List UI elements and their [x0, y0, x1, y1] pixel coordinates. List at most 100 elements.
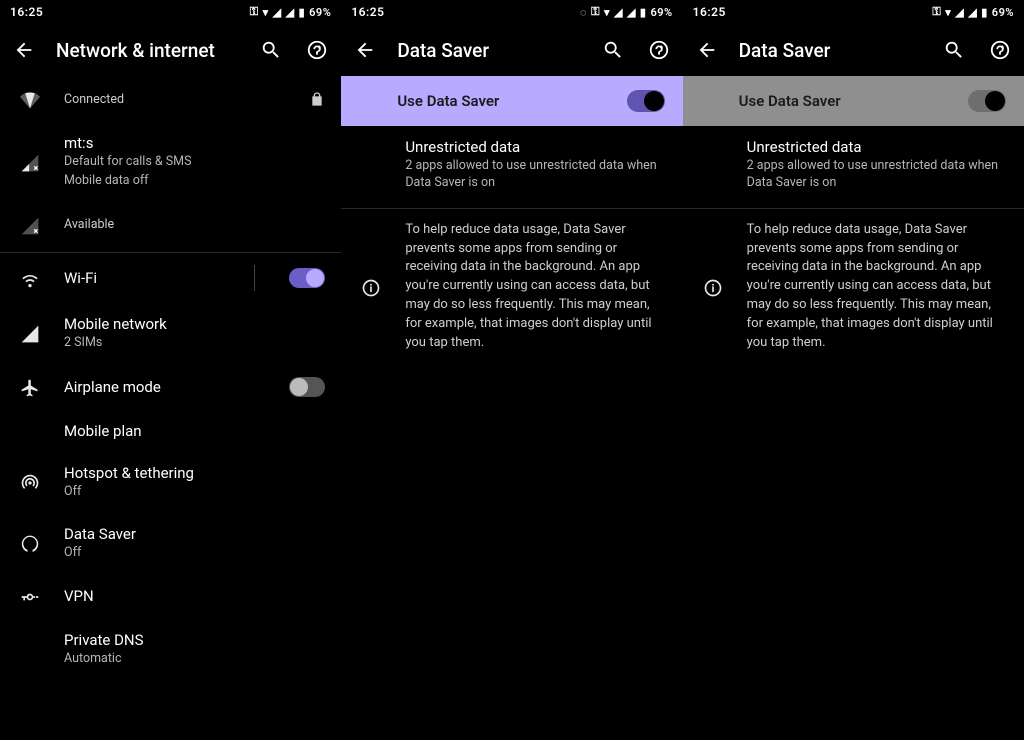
- mobile-network-sub: 2 SIMs: [64, 335, 325, 352]
- private-dns-row[interactable]: Private DNS Automatic: [0, 619, 341, 680]
- use-data-saver-label: Use Data Saver: [739, 92, 968, 110]
- use-data-saver-toggle[interactable]: [627, 90, 665, 112]
- private-dns-icon: [16, 649, 44, 651]
- app-bar: Data Saver: [683, 24, 1024, 76]
- use-data-saver-card[interactable]: Use Data Saver: [683, 76, 1024, 126]
- hotspot-icon: [16, 471, 44, 493]
- wifi-status-text: Connected: [64, 92, 289, 107]
- pane-data-saver-active: 16:25 ◌ ⚿ ▾ ◢ ◢ ▮ 69% Data Saver Use Dat…: [341, 0, 682, 740]
- use-data-saver-label: Use Data Saver: [397, 92, 626, 110]
- vpn-key-icon: ⚿: [250, 5, 259, 19]
- settings-list: Connected mt:s Default for calls & SMS M…: [0, 76, 341, 740]
- arrow-back-icon: [696, 39, 718, 61]
- status-bar: 16:25 ⚿ ▾ ◢ ◢ ▮ 69%: [683, 0, 1024, 24]
- arrow-back-icon: [13, 39, 35, 61]
- status-bar: 16:25 ⚿ ▾ ◢ ◢ ▮ 69%: [0, 0, 341, 24]
- datasaver-label: Data Saver: [64, 525, 325, 543]
- wifi-row-icon: [16, 267, 44, 289]
- pane-data-saver-off: 16:25 ⚿ ▾ ◢ ◢ ▮ 69% Data Saver Use Data …: [683, 0, 1024, 740]
- vpn-row[interactable]: VPN: [0, 573, 341, 619]
- unrestricted-data-row[interactable]: Unrestricted data 2 apps allowed to use …: [683, 126, 1024, 204]
- unrestricted-data-row[interactable]: Unrestricted data 2 apps allowed to use …: [341, 126, 682, 204]
- sim1-name: mt:s: [64, 134, 325, 152]
- wifi-label: Wi-Fi: [64, 269, 234, 287]
- airplane-icon: [16, 376, 44, 398]
- back-button[interactable]: [693, 36, 721, 64]
- airplane-row[interactable]: Airplane mode: [0, 364, 341, 410]
- status-time: 16:25: [351, 5, 384, 19]
- wifi-status-icon: ▾: [945, 6, 951, 19]
- page-title: Data Saver: [739, 39, 922, 62]
- mobile-network-row[interactable]: Mobile network 2 SIMs: [0, 303, 341, 364]
- wifi-status-icon: ▾: [604, 6, 610, 19]
- signal-icon: ◢: [614, 6, 623, 19]
- hotspot-row[interactable]: Hotspot & tethering Off: [0, 452, 341, 513]
- status-bar: 16:25 ◌ ⚿ ▾ ◢ ◢ ▮ 69%: [341, 0, 682, 24]
- search-icon: [943, 39, 965, 61]
- use-data-saver-toggle[interactable]: [968, 90, 1006, 112]
- wifi-icon: [16, 88, 44, 110]
- datasaver-sub: Off: [64, 545, 325, 562]
- mobile-network-icon: [16, 322, 44, 344]
- airplane-toggle[interactable]: [289, 377, 325, 397]
- signal-icon-2: ◢: [627, 6, 636, 19]
- mobile-network-label: Mobile network: [64, 315, 325, 333]
- back-button[interactable]: [10, 36, 38, 64]
- battery-icon: ▮: [981, 6, 988, 19]
- unrestricted-title: Unrestricted data: [747, 138, 1008, 156]
- spacer: [699, 164, 727, 166]
- separator: [254, 265, 255, 291]
- mobile-plan-label: Mobile plan: [64, 422, 325, 440]
- back-button[interactable]: [351, 36, 379, 64]
- wifi-status-icon: ▾: [263, 6, 269, 19]
- status-right: ⚿ ▾ ◢ ◢ ▮ 69%: [932, 5, 1014, 19]
- datasaver-row[interactable]: Data Saver Off: [0, 513, 341, 574]
- unrestricted-sub: 2 apps allowed to use unrestricted data …: [747, 158, 1008, 192]
- signal-icon-2: ◢: [968, 6, 977, 19]
- info-icon: [699, 276, 727, 298]
- help-icon: [989, 39, 1011, 61]
- battery-icon: ▮: [640, 6, 647, 19]
- use-data-saver-card[interactable]: Use Data Saver: [341, 76, 682, 126]
- sim2-row[interactable]: Available: [0, 202, 341, 248]
- unrestricted-title: Unrestricted data: [405, 138, 666, 156]
- mobile-plan-row[interactable]: Mobile plan: [0, 410, 341, 452]
- search-button[interactable]: [599, 36, 627, 64]
- vpn-icon: [16, 585, 44, 607]
- help-button[interactable]: [986, 36, 1014, 64]
- signal-sim2-icon: [16, 214, 44, 236]
- status-right: ◌ ⚿ ▾ ◢ ◢ ▮ 69%: [580, 5, 673, 19]
- spacer: [357, 164, 385, 166]
- info-row: To help reduce data usage, Data Saver pr…: [341, 209, 682, 365]
- app-bar: Network & internet: [0, 24, 341, 76]
- help-button[interactable]: [645, 36, 673, 64]
- hotspot-sub: Off: [64, 484, 325, 501]
- airplane-label: Airplane mode: [64, 378, 269, 396]
- wifi-status-row[interactable]: Connected: [0, 76, 341, 122]
- signal-icon-2: ◢: [286, 6, 295, 19]
- sim1-sub1: Default for calls & SMS: [64, 154, 325, 171]
- mobile-plan-icon: [16, 430, 44, 432]
- hotspot-label: Hotspot & tethering: [64, 464, 325, 482]
- vpn-label: VPN: [64, 587, 325, 605]
- datasaver-status-icon: ◌: [580, 6, 587, 19]
- vpn-key-icon: ⚿: [591, 5, 600, 19]
- private-dns-label: Private DNS: [64, 631, 325, 649]
- search-button[interactable]: [257, 36, 285, 64]
- signal-icon: ◢: [273, 6, 282, 19]
- app-bar: Data Saver: [341, 24, 682, 76]
- sim1-row[interactable]: mt:s Default for calls & SMS Mobile data…: [0, 122, 341, 202]
- wifi-toggle[interactable]: [289, 268, 325, 288]
- info-text: To help reduce data usage, Data Saver pr…: [405, 221, 666, 353]
- wifi-row[interactable]: Wi-Fi: [0, 253, 341, 303]
- help-icon: [306, 39, 328, 61]
- help-button[interactable]: [303, 36, 331, 64]
- vpn-key-icon: ⚿: [932, 5, 941, 19]
- pane-network-internet: 16:25 ⚿ ▾ ◢ ◢ ▮ 69% Network & internet C…: [0, 0, 341, 740]
- info-icon: [357, 276, 385, 298]
- sim1-sub2: Mobile data off: [64, 173, 325, 190]
- search-button[interactable]: [940, 36, 968, 64]
- unrestricted-sub: 2 apps allowed to use unrestricted data …: [405, 158, 666, 192]
- arrow-back-icon: [354, 39, 376, 61]
- datasaver-icon: [16, 532, 44, 554]
